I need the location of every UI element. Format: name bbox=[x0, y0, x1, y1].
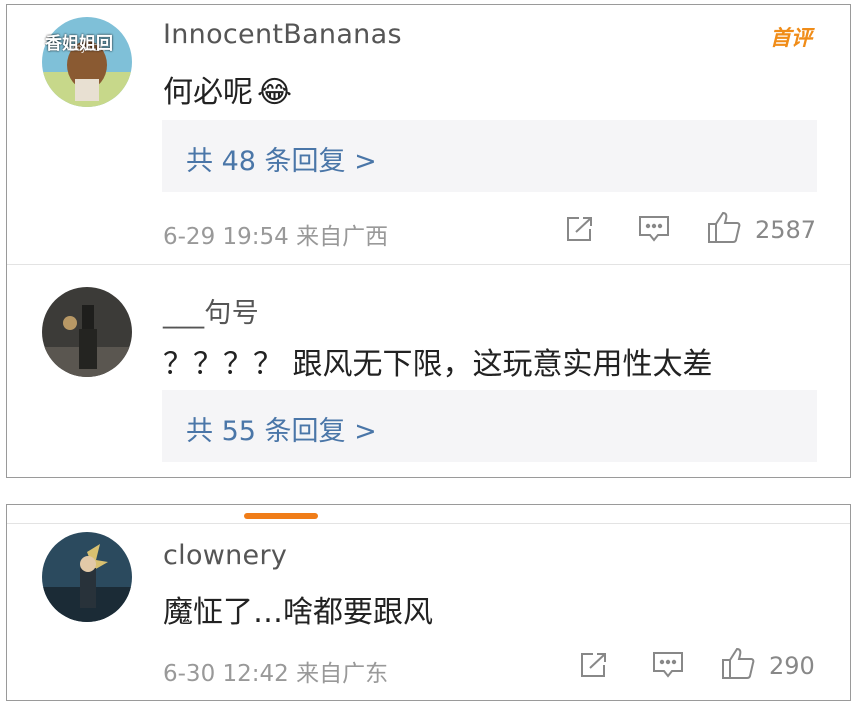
comment-text: ？？？？ 跟风无下限，这玩意实用性太差 bbox=[163, 347, 713, 382]
like-count: 290 bbox=[769, 652, 815, 680]
replies-box[interactable]: 共 48 条回复 > bbox=[162, 120, 817, 192]
avatar[interactable] bbox=[42, 287, 132, 377]
laughing-emoji-icon: 😂 bbox=[257, 75, 293, 110]
comment-panel-top: BoJACK 香姐姐回 InnocentBananas 首评 何必呢 😂 共 48… bbox=[6, 4, 851, 478]
replies-link[interactable]: 共 55 条回复 > bbox=[186, 409, 377, 448]
comment-meta: 6-29 19:54 来自广西 bbox=[163, 224, 389, 250]
comment-icon[interactable] bbox=[638, 215, 670, 247]
username[interactable]: InnocentBananas bbox=[163, 19, 402, 50]
divider bbox=[7, 523, 850, 524]
replies-link[interactable]: 共 48 条回复 > bbox=[186, 139, 377, 178]
like-icon[interactable] bbox=[721, 646, 755, 684]
comment-panel-bottom: clownery 魔怔了…啥都要跟风 6-30 12:42 来自广东 290 bbox=[6, 504, 851, 701]
share-icon[interactable] bbox=[579, 651, 609, 683]
like-count: 2587 bbox=[755, 216, 817, 244]
avatar[interactable] bbox=[42, 532, 132, 622]
replies-box[interactable]: 共 55 条回复 > bbox=[162, 390, 817, 462]
divider bbox=[7, 264, 850, 265]
username[interactable]: clownery bbox=[163, 540, 287, 571]
first-comment-badge: 首评 bbox=[770, 26, 812, 50]
share-icon[interactable] bbox=[565, 215, 595, 247]
watermark-overlay: 香姐姐回 bbox=[45, 34, 113, 54]
comment-text: 魔怔了…啥都要跟风 bbox=[163, 595, 433, 630]
like-icon[interactable] bbox=[707, 210, 741, 248]
drag-handle[interactable] bbox=[244, 513, 318, 519]
comment-text: 何必呢 😂 bbox=[163, 75, 293, 110]
username[interactable]: ___句号 bbox=[163, 291, 259, 330]
comment-icon[interactable] bbox=[652, 651, 684, 683]
comment-meta: 6-30 12:42 来自广东 bbox=[163, 661, 389, 687]
